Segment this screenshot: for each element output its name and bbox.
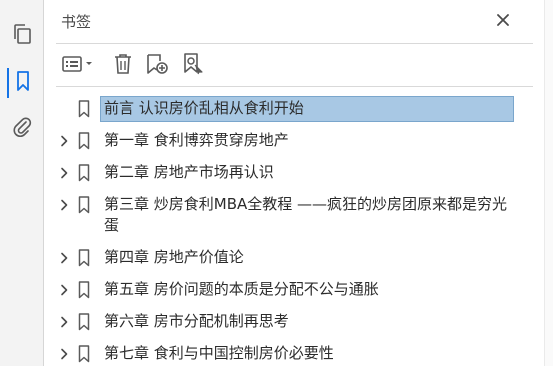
bookmark-item[interactable]: 前言 认识房价乱相从食利开始 (44, 96, 544, 122)
options-menu-icon (60, 54, 96, 78)
bookmark-icon (15, 70, 31, 96)
bookmark-item[interactable]: 第四章 房地产价值论 (44, 245, 544, 271)
title-divider (56, 43, 533, 44)
delete-icon (112, 52, 134, 80)
bookmark-list: 前言 认识房价乱相从食利开始 第一章 食利博弈贯穿房地产 第二章 房地产市场再认… (44, 96, 544, 373)
bookmark-item[interactable]: 第五章 房价问题的本质是分配不公与通胀 (44, 277, 544, 303)
attachments-button[interactable] (7, 114, 37, 144)
bookmark-icon (76, 128, 92, 154)
bookmark-label[interactable]: 第六章 房市分配机制再思考 (100, 309, 514, 335)
navigation-rail (0, 0, 44, 366)
panel-title: 书签 (61, 13, 92, 31)
pages-icon (12, 23, 32, 49)
expand-placeholder (56, 96, 72, 122)
bookmark-label[interactable]: 第五章 房价问题的本质是分配不公与通胀 (100, 277, 514, 303)
bookmark-icon (76, 277, 92, 303)
bookmarks-button[interactable] (7, 68, 37, 98)
chevron-right-icon[interactable] (56, 128, 72, 154)
delete-bookmark-button[interactable] (110, 52, 136, 80)
bookmark-label[interactable]: 第三章 炒房食利MBA全教程 ——疯狂的炒房团原来都是穷光蛋 (100, 192, 514, 239)
bookmark-icon (76, 309, 92, 335)
chevron-right-icon[interactable] (56, 309, 72, 335)
new-bookmark-icon (144, 52, 170, 80)
search-bookmark-icon (181, 52, 205, 80)
bookmark-icon (76, 96, 92, 122)
bookmark-icon (76, 245, 92, 271)
bookmark-label[interactable]: 第一章 食利博弈贯穿房地产 (100, 128, 514, 154)
toolbar-divider (56, 86, 533, 87)
bookmark-icon (76, 160, 92, 186)
bookmark-label[interactable]: 第七章 食利与中国控制房价必要性 (100, 341, 514, 367)
close-icon (496, 12, 510, 31)
search-bookmark-button[interactable] (178, 52, 208, 80)
options-menu-button[interactable] (58, 52, 98, 80)
new-bookmark-button[interactable] (142, 52, 172, 80)
scrollbar[interactable] (544, 0, 553, 366)
bookmark-label[interactable]: 第二章 房地产市场再认识 (100, 160, 514, 186)
bookmark-label[interactable]: 第四章 房地产价值论 (100, 245, 514, 271)
chevron-right-icon[interactable] (56, 192, 72, 218)
bookmark-icon (76, 192, 92, 218)
chevron-right-icon[interactable] (56, 341, 72, 367)
bookmark-item[interactable]: 第六章 房市分配机制再思考 (44, 309, 544, 335)
bookmark-item[interactable]: 第一章 食利博弈贯穿房地产 (44, 128, 544, 154)
bookmark-item[interactable]: 第三章 炒房食利MBA全教程 ——疯狂的炒房团原来都是穷光蛋 (44, 192, 544, 239)
chevron-right-icon[interactable] (56, 245, 72, 271)
chevron-right-icon[interactable] (56, 277, 72, 303)
chevron-right-icon[interactable] (56, 160, 72, 186)
attachment-icon (12, 116, 32, 142)
bookmark-label[interactable]: 前言 认识房价乱相从食利开始 (100, 96, 514, 122)
pages-button[interactable] (7, 21, 37, 51)
close-panel-button[interactable] (493, 11, 513, 31)
bookmark-icon (76, 341, 92, 367)
bookmark-item[interactable]: 第二章 房地产市场再认识 (44, 160, 544, 186)
bookmark-item[interactable]: 第七章 食利与中国控制房价必要性 (44, 341, 544, 367)
bookmarks-panel: 书签 前言 认识房价乱相从食利开始 第一章 食利博弈贯穿房地产 第二章 房地产市… (44, 0, 553, 366)
